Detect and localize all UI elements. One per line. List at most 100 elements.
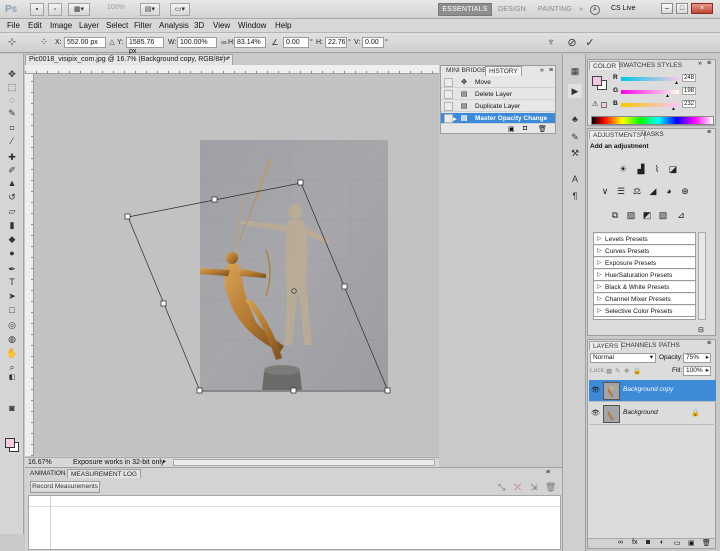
opacity-field[interactable]: 75% ▸ [683,353,711,363]
adjustments-options-icon[interactable]: ⊟ [698,326,704,334]
preset-item[interactable]: ▷ Hue/Saturation Presets [594,269,695,281]
create-snapshot-icon[interactable]: ◘ [523,125,527,132]
lock-all-icon[interactable]: 🔒 [633,367,641,375]
history-snapshot-checkbox[interactable] [444,102,453,111]
green-value-field[interactable]: 198 [682,87,696,95]
delete-state-icon[interactable]: 🗑 [538,125,547,133]
more-workspaces-button[interactable]: » [576,3,586,16]
foreground-color-box[interactable] [592,76,602,86]
add-mask-icon[interactable]: ◙ [646,539,650,546]
tab-masks[interactable]: MASKS [638,130,667,139]
close-icon[interactable]: × [691,3,713,14]
delete-measurements-icon[interactable]: 🗑 [545,482,556,493]
preset-item[interactable]: ▷ Exposure Presets [594,257,695,269]
history-state-slider-icon[interactable]: ▸ [453,114,457,125]
history-item-selected[interactable]: ▸ ▤ Master Opacity Change [441,113,555,124]
layer-row-background-copy[interactable]: 👁 Background copy [589,380,716,402]
layer-style-icon[interactable]: fx [632,539,637,546]
eye-icon[interactable]: 👁 [591,409,600,418]
status-zoom[interactable]: 16.67% [28,458,52,467]
gradient-map-icon[interactable]: ▧ [656,209,670,221]
cancel-transform-icon[interactable]: ⊘ [566,37,578,49]
history-item[interactable]: ✥ Move [441,77,555,88]
deselect-measurements-icon[interactable]: ⤫ [514,482,521,493]
out-of-gamut-warning-icon[interactable]: ⚠ [592,100,598,108]
character-panel-icon[interactable]: A [568,172,582,186]
tab-mini-bridge[interactable]: MINI BRIDGE [443,66,489,76]
preset-item[interactable]: ▷ Curves Presets [594,245,695,257]
tab-measurement-log[interactable]: MEASUREMENT LOG [67,469,141,478]
record-measurements-button[interactable]: Record Measurements [30,481,100,493]
transform-handle[interactable] [290,387,297,394]
minimize-button[interactable]: – [661,3,673,14]
preset-item[interactable]: ▷ Channel Mixer Presets [594,293,695,305]
history-panel-menu-icon[interactable]: ≡ [549,67,553,74]
tab-channels[interactable]: CHANNELS [618,341,659,350]
transform-handle[interactable] [341,283,348,290]
cs-live-button[interactable]: CS Live [611,5,636,12]
measurement-table[interactable] [28,495,561,550]
warp-mode-icon[interactable]: ♆ [545,37,557,49]
photo-filter-icon[interactable]: ◕ [662,185,676,197]
panel-menu-icon[interactable]: ≡ [546,469,550,476]
color-spectrum-ramp[interactable] [591,116,714,125]
transform-handle[interactable] [297,179,304,186]
delete-layer-icon[interactable]: 🗑 [702,539,711,547]
transform-bounding-box[interactable] [0,0,440,456]
red-slider-thumb[interactable]: ▲ [674,80,679,86]
fill-field[interactable]: 100% ▸ [683,366,711,376]
tab-history[interactable]: HISTORY [485,66,522,76]
gamut-color-chip[interactable] [601,102,607,108]
preset-item[interactable]: ▷ Black & White Presets [594,281,695,293]
green-slider-thumb[interactable]: ▲ [665,93,670,99]
transform-handle[interactable] [160,300,167,307]
channel-mixer-icon[interactable]: ⊕ [678,185,692,197]
history-snapshot-checkbox[interactable] [444,90,453,99]
presets-scrollbar[interactable] [698,232,706,320]
tool-presets-icon[interactable]: ⚒ [568,146,582,160]
search-help-icon[interactable]: ⌕ [590,5,600,15]
levels-icon[interactable]: ▟ [634,163,648,175]
commit-transform-icon[interactable]: ✓ [584,37,596,49]
vibrance-icon[interactable]: ∨ [598,185,612,197]
selective-color-icon[interactable]: ⊿ [674,209,688,221]
adjustments-panel-menu-icon[interactable]: ≡ [707,129,711,136]
tab-swatches[interactable]: SWATCHES [616,61,658,70]
lock-transparent-icon[interactable]: ▦ [606,367,612,375]
red-slider[interactable] [621,77,679,81]
tab-animation[interactable]: ANIMATION [27,469,69,478]
paragraph-panel-icon[interactable]: ¶ [568,189,582,203]
status-info-menu-icon[interactable]: ▸ [163,458,166,467]
history-item[interactable]: ▤ Delete Layer [441,89,555,100]
green-slider[interactable] [621,90,679,94]
blue-value-field[interactable]: 232 [682,100,696,108]
workspace-essentials[interactable]: ESSENTIALS [438,3,492,16]
history-snapshot-checkbox[interactable] [444,114,453,123]
panel-collapse-icon[interactable]: » [540,67,544,74]
layer-name[interactable]: Background [623,409,658,416]
status-info[interactable]: Exposure works in 32-bit only [73,458,164,467]
transform-handle[interactable] [196,387,203,394]
threshold-icon[interactable]: ◩ [640,209,654,221]
new-document-from-state-icon[interactable]: ▣ [508,125,515,133]
tab-styles[interactable]: STYLES [654,61,685,70]
tab-adjustments[interactable]: ADJUSTMENTS [589,130,646,139]
exposure-icon[interactable]: ◪ [666,163,680,175]
lock-position-icon[interactable]: ✥ [624,367,629,375]
transform-handle[interactable] [211,196,218,203]
color-balance-icon[interactable]: ⚖ [630,185,644,197]
workspace-painting[interactable]: PAINTING [535,3,575,16]
history-snapshot-checkbox[interactable] [444,78,453,87]
layer-row-background[interactable]: 👁 Background 🔒 [589,403,716,425]
horizontal-scrollbar[interactable] [173,459,435,466]
history-panel-icon[interactable]: ▦ [568,64,582,78]
posterize-icon[interactable]: ▨ [624,209,638,221]
panel-collapse-icon[interactable]: » [698,60,702,67]
eye-icon[interactable]: 👁 [591,386,600,395]
lock-image-icon[interactable]: ✎ [615,367,620,375]
red-value-field[interactable]: 248 [682,74,696,82]
layers-panel-menu-icon[interactable]: ≡ [707,340,711,347]
preset-item[interactable]: ▷ Selective Color Presets [594,305,695,317]
blend-mode-select[interactable]: Normal ▾ [590,353,656,363]
brightness-contrast-icon[interactable]: ☀ [616,163,630,175]
